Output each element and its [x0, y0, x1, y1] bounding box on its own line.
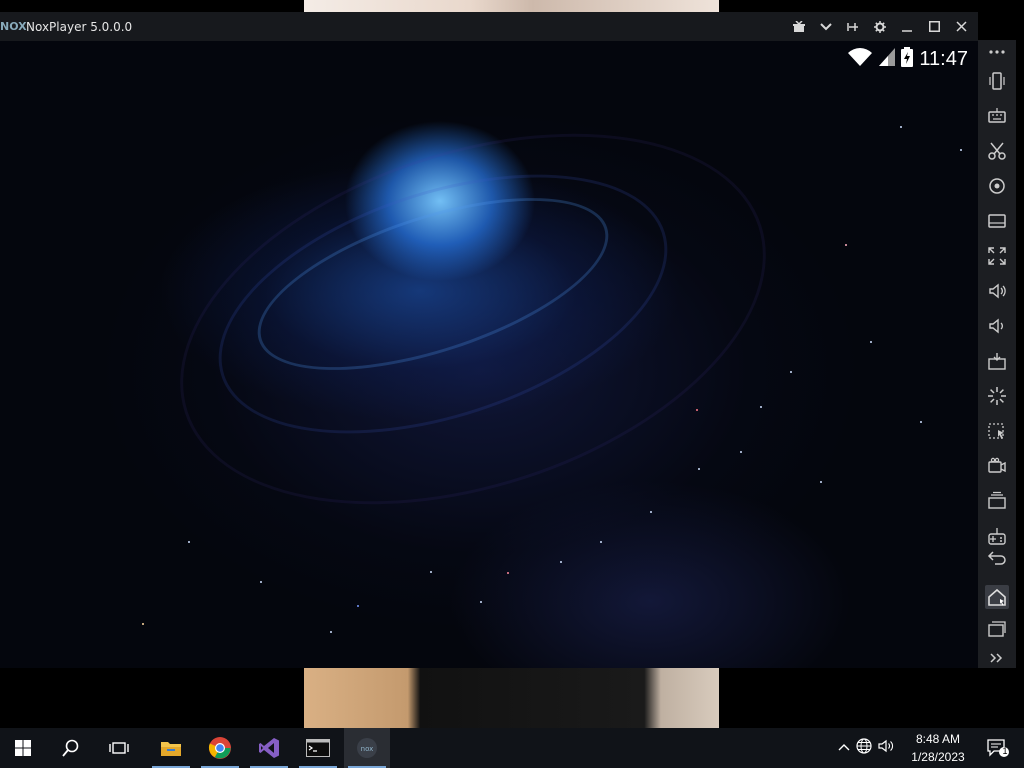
- notifications-icon[interactable]: 1: [978, 728, 1018, 768]
- wallpaper-star: [507, 572, 509, 574]
- android-home-screen[interactable]: 11:47: [0, 41, 978, 668]
- screen-icon[interactable]: [985, 209, 1009, 233]
- system-tray: [838, 728, 894, 768]
- visual-studio-icon[interactable]: [246, 728, 292, 768]
- network-globe-icon[interactable]: [856, 737, 872, 759]
- wallpaper-star: [600, 541, 602, 543]
- search-icon[interactable]: [48, 728, 94, 768]
- chrome-icon[interactable]: [197, 728, 243, 768]
- wallpaper-star: [330, 631, 332, 633]
- location-icon[interactable]: [985, 174, 1009, 198]
- wallpaper-star: [650, 511, 652, 513]
- volume-down-icon[interactable]: [985, 314, 1009, 338]
- recent-apps-icon[interactable]: [985, 617, 1009, 641]
- nox-player-window: NOX NoxPlayer 5.0.0.0 11:47: [0, 12, 978, 668]
- chevron-down-icon[interactable]: [817, 18, 835, 36]
- android-status-bar: 11:47: [847, 47, 968, 72]
- wallpaper-star: [698, 468, 700, 470]
- title-bar[interactable]: NOX NoxPlayer 5.0.0.0: [0, 12, 978, 41]
- wallpaper-star: [480, 601, 482, 603]
- notification-count: 1: [1002, 746, 1008, 756]
- wifi-icon: [847, 47, 873, 72]
- maximize-icon[interactable]: [925, 18, 943, 36]
- signal-icon: [879, 48, 896, 71]
- expand-icon[interactable]: [985, 646, 1009, 670]
- apk-install-icon[interactable]: [985, 349, 1009, 373]
- wallpaper-star: [790, 371, 792, 373]
- gear-icon[interactable]: [871, 18, 889, 36]
- gift-icon[interactable]: [790, 18, 808, 36]
- volume-up-icon[interactable]: [985, 279, 1009, 303]
- taskbar-time: 8:48 AM: [915, 732, 961, 746]
- pin-icon[interactable]: [844, 18, 862, 36]
- wallpaper-star: [188, 541, 190, 543]
- wallpaper-star: [357, 605, 359, 607]
- wallpaper-star: [870, 341, 872, 343]
- desktop-background-left: [0, 668, 304, 728]
- android-clock: 11:47: [919, 48, 968, 70]
- terminal-icon[interactable]: [295, 728, 341, 768]
- loading-icon[interactable]: [985, 384, 1009, 408]
- file-explorer-icon[interactable]: [148, 728, 194, 768]
- close-icon[interactable]: [952, 18, 970, 36]
- wallpaper-star: [696, 409, 698, 411]
- keymap-icon[interactable]: [985, 524, 1009, 548]
- wallpaper-star: [740, 451, 742, 453]
- wallpaper-star: [960, 149, 962, 151]
- wallpaper-star: [760, 406, 762, 408]
- taskbar-date: 1/28/2023: [911, 750, 965, 764]
- video-record-icon[interactable]: [985, 454, 1009, 478]
- background-photo-bottom: [304, 668, 719, 728]
- wallpaper-star: [560, 561, 562, 563]
- more-icon[interactable]: [985, 40, 1009, 64]
- keyboard-icon[interactable]: [985, 104, 1009, 128]
- chevron-up-icon[interactable]: [838, 739, 850, 757]
- wallpaper-star: [820, 481, 822, 483]
- shake-icon[interactable]: [985, 69, 1009, 93]
- window-edge: [1016, 40, 1024, 668]
- window-title: NoxPlayer 5.0.0.0: [26, 19, 133, 34]
- wallpaper-star: [900, 126, 902, 128]
- background-photo-top: [304, 0, 719, 12]
- wallpaper-star: [142, 623, 144, 625]
- wallpaper-star: [430, 571, 432, 573]
- wallpaper-star: [920, 421, 922, 423]
- task-view-icon[interactable]: [96, 728, 142, 768]
- home-icon[interactable]: [985, 585, 1009, 609]
- nox-logo: NOX: [0, 19, 27, 33]
- back-icon[interactable]: [985, 546, 1009, 570]
- nox-side-toolbar: [978, 40, 1016, 668]
- title-controls: [790, 12, 970, 41]
- minimize-icon[interactable]: [898, 18, 916, 36]
- scissors-icon[interactable]: [985, 139, 1009, 163]
- battery-charging-icon: [901, 47, 914, 72]
- svg-text:nox: nox: [361, 745, 374, 753]
- macro-icon[interactable]: [985, 419, 1009, 443]
- wallpaper-star: [845, 244, 847, 246]
- wallpaper-swirl: [132, 65, 814, 573]
- wallpaper-star: [260, 581, 262, 583]
- windows-taskbar: nox 8:48 AM 1/28/2023 1: [0, 728, 1024, 768]
- nox-icon[interactable]: nox: [344, 728, 390, 768]
- fullscreen-icon[interactable]: [985, 244, 1009, 268]
- windows-start-icon[interactable]: [0, 728, 46, 768]
- multi-instance-icon[interactable]: [985, 489, 1009, 513]
- desktop-background-right: [719, 668, 1024, 728]
- volume-icon[interactable]: [878, 738, 894, 759]
- taskbar-clock[interactable]: 8:48 AM 1/28/2023: [905, 730, 971, 766]
